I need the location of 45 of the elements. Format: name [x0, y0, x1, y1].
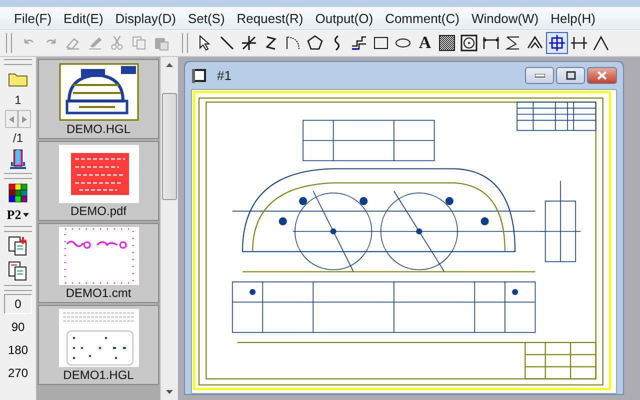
thumbnail-card[interactable]: DEMO1.cmt	[38, 223, 159, 303]
pen-dropdown[interactable]: P2	[6, 207, 30, 223]
menu-item[interactable]: Request(R)	[230, 8, 310, 28]
rotation-option[interactable]: 0	[4, 294, 32, 314]
document-arrow-icon[interactable]	[7, 235, 29, 257]
menu-item[interactable]: Window(W)	[465, 8, 545, 28]
plotter-icon[interactable]	[7, 148, 29, 170]
menu-item[interactable]: Edit(E)	[58, 8, 110, 28]
file-name: DEMO1.cmt	[66, 286, 132, 300]
color-palette-icon[interactable]	[7, 182, 29, 204]
page-number: 1	[14, 93, 22, 107]
window-icon	[191, 68, 207, 84]
hatch-icon[interactable]	[436, 32, 458, 54]
close-button[interactable]	[587, 67, 617, 84]
document-icon[interactable]	[7, 260, 29, 282]
minimize-button[interactable]	[525, 67, 554, 84]
menu-item[interactable]: Help(H)	[544, 8, 602, 28]
caret-icon	[23, 213, 30, 217]
menu-item[interactable]: Set(S)	[182, 8, 231, 28]
minimize-icon	[534, 74, 544, 78]
text-tool[interactable]: A	[414, 32, 436, 54]
up-arrow-icon[interactable]	[166, 63, 173, 67]
rotation-option[interactable]: 270	[4, 363, 32, 383]
thumbnail-card[interactable]: DEMO1.HGL	[38, 305, 159, 385]
scrollbar[interactable]	[160, 57, 178, 400]
file-name: DEMO.pdf	[70, 204, 126, 218]
file-name: DEMO.HGL	[66, 122, 130, 136]
rotation-option[interactable]: 180	[4, 340, 32, 360]
file-name: DEMO1.HGL	[63, 368, 134, 382]
menu-item[interactable]: Comment(C)	[379, 8, 466, 28]
maximize-icon	[566, 71, 576, 80]
maximize-button[interactable]	[556, 67, 585, 84]
rotation-option[interactable]: 90	[4, 317, 32, 337]
window-title: #1	[217, 68, 232, 83]
close-icon	[597, 71, 607, 80]
crosshair-icon[interactable]	[546, 32, 568, 54]
menu-item[interactable]: Output(O)	[309, 8, 380, 28]
page-total: /1	[12, 131, 23, 145]
menu-item[interactable]: File(F)	[8, 8, 58, 28]
right-arrow-icon	[22, 116, 27, 122]
left-arrow-icon	[9, 116, 14, 122]
thumbnail-card[interactable]: DEMO.pdf	[38, 141, 159, 221]
down-arrow-icon[interactable]	[166, 390, 173, 394]
menu-item[interactable]: Display(D)	[109, 8, 182, 28]
thumbnail-card[interactable]: DEMO.HGL	[38, 59, 159, 139]
